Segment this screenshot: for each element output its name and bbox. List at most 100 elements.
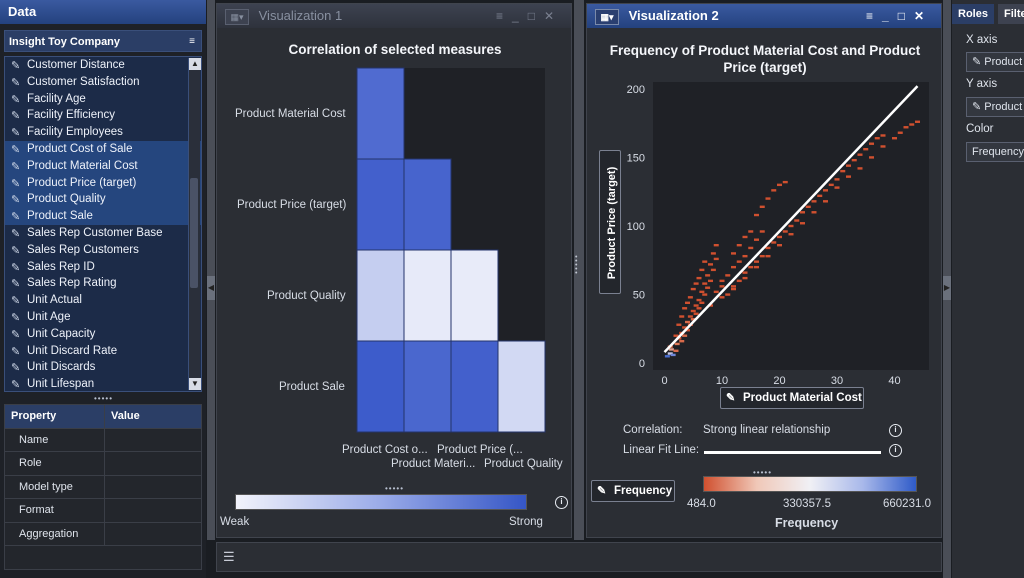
tab-filters[interactable]: Filte [998, 4, 1024, 24]
scatter-point [679, 340, 685, 343]
dock-icon[interactable]: ☰ [223, 549, 235, 565]
heatmap-cell[interactable] [356, 340, 405, 433]
scatter-point [708, 263, 713, 266]
tab-roles[interactable]: Roles [952, 4, 994, 24]
data-item[interactable]: ✎ Product Quality [5, 191, 201, 209]
scroll-up-icon[interactable]: ▲ [189, 58, 201, 70]
data-item[interactable]: ✎ Facility Employees [5, 124, 201, 141]
row-label-quality: Product Quality [267, 290, 346, 302]
frequency-scatter-plot[interactable]: 0 10 20 30 40 0 50 100 150 200 [587, 4, 943, 539]
scatter-point [702, 260, 708, 263]
data-item[interactable]: ✎ Unit Discards [5, 359, 201, 376]
property-row[interactable]: Aggregation [5, 522, 201, 546]
scatter-point [713, 257, 719, 261]
scatter-point [788, 233, 794, 236]
color-role-field[interactable]: Frequency [966, 142, 1024, 162]
scroll-down-icon[interactable]: ▼ [189, 378, 201, 390]
scatter-point [811, 200, 817, 203]
heatmap-cell[interactable] [450, 340, 499, 433]
y-axis-role-field[interactable]: ✎ Product [966, 97, 1024, 117]
scatter-point [696, 276, 702, 280]
data-item[interactable]: ✎ Unit Discard Rate [5, 343, 201, 360]
data-item[interactable]: ✎ Sales Rep Customer Base [5, 225, 201, 242]
frequency-legend-bar [703, 476, 917, 492]
data-item[interactable]: ✎ Customer Distance [5, 57, 201, 74]
col-label-cost-of-sale: Product Cost o... [342, 444, 428, 456]
scatter-point [800, 211, 805, 214]
x-axis-role-field[interactable]: ✎ Product [966, 52, 1024, 72]
x-axis-button[interactable]: ✎ Product Material Cost [720, 387, 864, 409]
property-value [105, 429, 119, 452]
dropdown-arrow-icon[interactable]: ≡ [189, 31, 195, 53]
data-item-label: Customer Satisfaction [27, 75, 140, 88]
data-item[interactable]: ✎ Sales Rep Customers [5, 242, 201, 259]
heatmap-cell[interactable] [356, 67, 405, 160]
scatter-point [777, 235, 782, 239]
data-item[interactable]: ✎ Product Price (target) [5, 174, 201, 192]
measure-icon: ✎ [972, 56, 985, 68]
data-item-label: Facility Employees [27, 126, 123, 139]
data-item[interactable]: ✎ Sales Rep Rating [5, 275, 201, 292]
data-item[interactable]: ✎ Product Sale [5, 208, 201, 225]
property-row[interactable]: Format [5, 499, 201, 523]
data-item-label: Customer Distance [27, 59, 125, 71]
data-item[interactable]: ✎ Facility Efficiency [5, 107, 201, 124]
scatter-point [708, 279, 713, 283]
heatmap-cell[interactable] [356, 249, 405, 342]
collapse-left-icon[interactable]: ◀ [207, 276, 215, 300]
property-value [105, 523, 119, 546]
fit-line-info-icon[interactable]: i [889, 444, 902, 457]
heatmap-cell[interactable] [497, 340, 546, 433]
scatter-point [664, 355, 670, 358]
scatter-point [817, 194, 823, 198]
data-item-label: Unit Capacity [27, 327, 96, 340]
property-row[interactable]: Model type [5, 475, 201, 499]
heatmap-cell[interactable] [403, 158, 452, 251]
scatter-point [765, 197, 771, 200]
data-item[interactable]: ✎ Sales Rep ID [5, 259, 201, 276]
data-item[interactable]: ✎ Customer Satisfaction [5, 74, 201, 91]
expand-right-icon[interactable]: ▶ [943, 276, 951, 300]
y-axis-button[interactable]: Product Price (target) [599, 150, 621, 294]
scatter-point [851, 158, 857, 162]
scatter-point [687, 296, 693, 299]
scatter-point [777, 183, 782, 187]
col-label-quality: Product Quality [484, 458, 563, 470]
correlation-info-icon[interactable]: i [889, 424, 902, 437]
scroll-thumb[interactable] [190, 178, 198, 288]
left-splitter[interactable] [207, 0, 215, 540]
scatter-point [699, 290, 705, 294]
scatter-point [788, 224, 794, 228]
info-icon[interactable]: i [555, 496, 568, 509]
legend-grip-icon[interactable]: ••••• [385, 484, 404, 493]
scatter-point [742, 254, 748, 258]
data-item[interactable]: ✎ Unit Lifespan [5, 376, 201, 391]
data-item[interactable]: ✎ Product Cost of Sale [5, 140, 201, 158]
heatmap-cell[interactable] [450, 249, 499, 342]
heatmap-cell[interactable] [403, 249, 452, 342]
scatter-point [705, 274, 711, 277]
heatmap-cell[interactable] [403, 340, 452, 433]
scatter-point [782, 230, 788, 233]
scatter-point [754, 265, 759, 269]
frequency-button-label: Frequency [614, 485, 673, 497]
data-item[interactable]: ✎ Product Material Cost [5, 157, 201, 175]
property-row[interactable]: Role [5, 452, 201, 476]
data-item[interactable]: ✎ Unit Actual [5, 292, 201, 309]
scatter-point [880, 145, 886, 148]
data-item-label: Unit Age [27, 310, 71, 323]
data-source-dropdown[interactable]: Insight Toy Company ≡ [4, 30, 202, 52]
property-row[interactable]: Name [5, 428, 201, 452]
x-axis-label: Product Material Cost [743, 392, 862, 404]
center-grip-icon[interactable]: • • • • • [575, 254, 577, 277]
heatmap-cell[interactable] [356, 158, 405, 251]
data-item-label: Unit Lifespan [27, 378, 95, 391]
data-item[interactable]: ✎ Unit Capacity [5, 326, 201, 343]
scatter-point [685, 320, 690, 324]
measure-icon: ✎ [11, 127, 21, 140]
data-item[interactable]: ✎ Unit Age [5, 309, 201, 326]
splitter-grip-icon[interactable]: ••••• [94, 394, 113, 403]
correlation-value: Strong linear relationship [703, 424, 831, 436]
data-item[interactable]: ✎ Facility Age [5, 91, 201, 108]
frequency-button[interactable]: ✎ Frequency [591, 480, 675, 502]
